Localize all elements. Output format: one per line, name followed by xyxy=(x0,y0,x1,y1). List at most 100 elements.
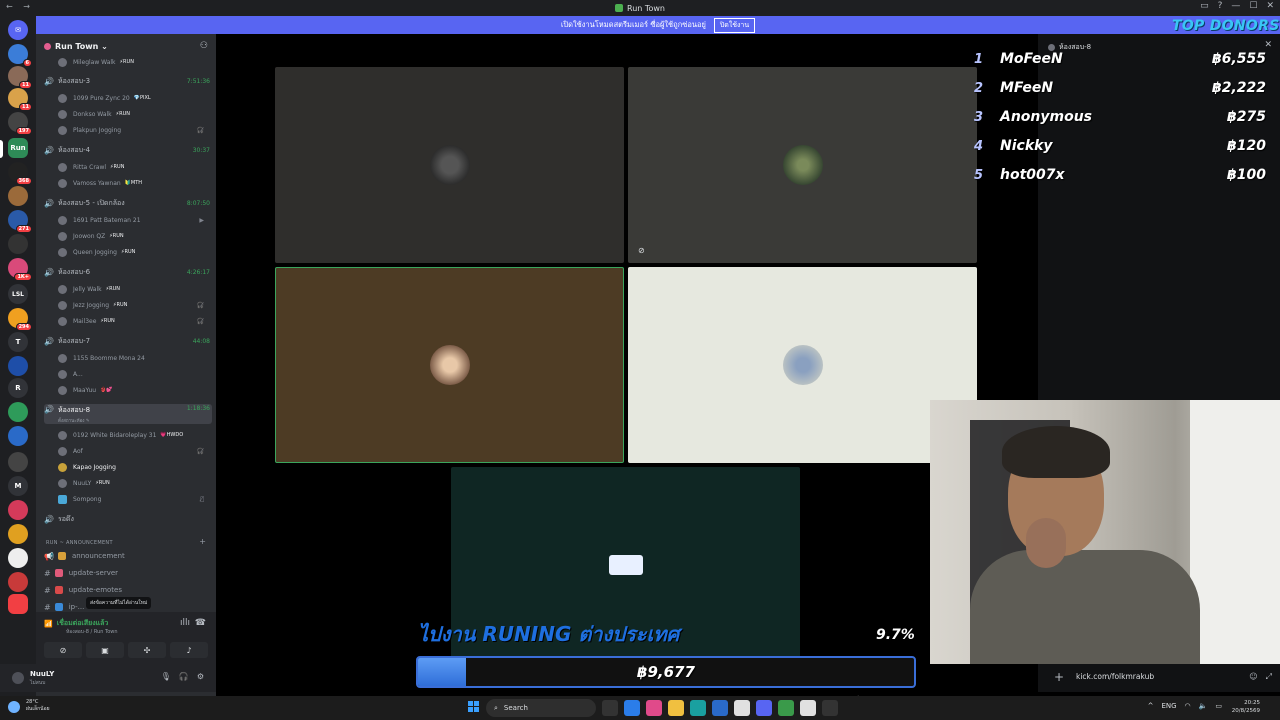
microphone-icon[interactable]: 🎙 xyxy=(161,672,171,681)
server-icon[interactable]: 11 xyxy=(8,66,32,89)
video-tile[interactable] xyxy=(628,267,977,463)
discord-icon[interactable] xyxy=(756,700,772,716)
voice-channel-wait[interactable]: 🔊 รอดึง xyxy=(44,513,212,525)
inbox-icon[interactable]: ▭ xyxy=(1200,1,1209,11)
close-icon[interactable]: ✕ xyxy=(1264,40,1272,50)
voice-member[interactable]: Sompong 🎙̸ xyxy=(58,493,208,505)
app-icon[interactable] xyxy=(822,700,838,716)
voice-member[interactable]: Plakpun Jogging 🎧̸ xyxy=(58,124,208,136)
server-icon[interactable]: 271 xyxy=(8,210,32,233)
voice-member[interactable]: Ritta Crawl ⚡RUN xyxy=(58,161,208,173)
help-icon[interactable]: ? xyxy=(1218,1,1223,11)
stream-url[interactable]: kick.com/folkmrakub xyxy=(1076,672,1154,681)
text-channel-announcement[interactable]: 📢 announcement xyxy=(44,549,212,563)
maximize-button[interactable]: ☐ xyxy=(1249,1,1257,11)
voice-location[interactable]: ห้องสอบ-8 / Run Town xyxy=(66,628,118,636)
server-icon-t[interactable]: T xyxy=(8,332,28,352)
chrome-icon[interactable] xyxy=(734,700,750,716)
activities-button[interactable]: ✣ xyxy=(128,642,166,658)
fullscreen-icon[interactable]: ⤢ xyxy=(1266,672,1272,682)
server-icon[interactable] xyxy=(8,356,28,376)
taskbar-search[interactable]: ⌕ Search xyxy=(486,699,596,717)
voice-member[interactable]: Mail3ee ⚡RUN 🎧̸ xyxy=(58,315,208,327)
voice-member[interactable]: 0192 White Bidaroleplay 31 💗HWDO xyxy=(58,429,208,441)
server-icon[interactable]: 1K+ xyxy=(8,258,32,281)
server-icon[interactable] xyxy=(8,452,28,472)
voice-channel-6[interactable]: 🔊 ห้องสอบ-6 4:26:17 xyxy=(44,266,212,278)
task-view-icon[interactable] xyxy=(602,700,618,716)
voice-member[interactable]: MaaYuu 👙💕 xyxy=(58,384,208,396)
headphones-icon[interactable]: 🎧 xyxy=(179,672,189,681)
voice-member[interactable]: Jelly Walk ⚡RUN xyxy=(58,283,208,295)
camera-toggle-button[interactable]: ⊘ xyxy=(44,642,82,658)
guild-header[interactable]: Run Town ⌄ ⚇ xyxy=(36,34,216,58)
voice-member[interactable]: Joowon QZ ⚡RUN xyxy=(58,230,208,242)
channel-status[interactable]: ตั้งสถานะห้อง ✎ xyxy=(58,417,90,424)
server-icon[interactable] xyxy=(8,500,28,520)
username[interactable]: NuuLY xyxy=(30,670,54,678)
weather-widget[interactable]: 28°C ฝนเล็กน้อย xyxy=(26,699,50,713)
voice-member[interactable]: Vamoss Yawnan 🔰MTH xyxy=(58,177,208,189)
server-icon[interactable] xyxy=(8,572,28,592)
voice-channel-5[interactable]: 🔊 ห้องสอบ-5 - เปิดกล้อง 8:07:50 xyxy=(44,197,212,209)
app-icon[interactable] xyxy=(778,700,794,716)
server-icon[interactable]: 197 xyxy=(8,112,32,135)
edge-icon[interactable] xyxy=(690,700,706,716)
voice-member[interactable]: Donkso Walk ⚡RUN xyxy=(58,108,208,120)
home-button[interactable]: ✉ xyxy=(8,20,28,40)
server-icon-run-town[interactable]: Run xyxy=(8,138,28,158)
battery-icon[interactable]: ▭ xyxy=(1215,702,1222,710)
server-icon[interactable]: 6 xyxy=(8,44,32,67)
store-icon[interactable] xyxy=(624,700,640,716)
server-icon-m[interactable]: M xyxy=(8,476,28,496)
voice-member[interactable]: A... xyxy=(58,368,208,380)
voice-channel-7[interactable]: 🔊 ห้องสอบ-7 44:08 xyxy=(44,335,212,347)
wifi-icon[interactable]: ◠ xyxy=(1185,702,1191,710)
start-button[interactable] xyxy=(468,701,480,713)
volume-icon[interactable]: 🔈 xyxy=(1199,702,1208,710)
server-icon[interactable] xyxy=(8,548,28,568)
invite-people-icon[interactable]: ⚇ xyxy=(200,41,208,51)
back-forward-nav[interactable]: ← → xyxy=(6,2,34,11)
minimize-button[interactable]: — xyxy=(1231,1,1240,11)
weather-icon[interactable] xyxy=(8,701,20,713)
video-tile[interactable] xyxy=(275,67,624,263)
voice-member[interactable]: Queen Jogging ⚡RUN xyxy=(58,246,208,258)
server-icon[interactable]: 368 xyxy=(8,162,32,185)
video-tile-speaking[interactable] xyxy=(275,267,624,463)
text-channel-update-server[interactable]: # update-server xyxy=(44,566,212,580)
gear-icon[interactable]: ⚙ xyxy=(197,672,204,681)
server-icon[interactable] xyxy=(8,426,28,446)
voice-member[interactable]: 1691 Patt Bateman 21 ▶ xyxy=(58,214,208,226)
server-icon[interactable] xyxy=(8,594,28,614)
add-channel-icon[interactable]: + xyxy=(199,537,206,546)
add-icon[interactable]: + xyxy=(1054,670,1064,684)
server-icon-r[interactable]: R xyxy=(8,378,28,398)
voice-channel-4[interactable]: 🔊 ห้องสอบ-4 30:37 xyxy=(44,144,212,156)
server-icon[interactable]: 11 xyxy=(8,88,32,111)
soundboard-button[interactable]: ♪ xyxy=(170,642,208,658)
taskbar-clock[interactable]: 20:25 20/8/2569 xyxy=(1232,699,1260,715)
noise-suppression-icon[interactable]: ıllı xyxy=(180,618,190,628)
voice-member[interactable]: Jezz Jogging ⚡RUN 🎧̸ xyxy=(58,299,208,311)
screen-share-button[interactable]: ▣ xyxy=(86,642,124,658)
voice-member[interactable]: Aof 🎧̸ xyxy=(58,445,208,457)
server-icon[interactable]: 294 xyxy=(8,308,32,331)
disable-streamer-mode-button[interactable]: ปิดใช้งาน xyxy=(713,17,756,33)
voice-member[interactable]: 1155 Boomme Mona 24 xyxy=(58,352,208,364)
voice-channel-3[interactable]: 🔊 ห้องสอบ-3 7:51:36 xyxy=(44,75,212,87)
lang-indicator[interactable]: ENG xyxy=(1161,702,1176,710)
voice-member[interactable]: Kapao Jogging xyxy=(58,461,208,473)
disconnect-icon[interactable]: ☎ xyxy=(195,618,206,628)
server-icon[interactable] xyxy=(8,524,28,544)
voice-member[interactable]: NuuLY ⚡RUN xyxy=(58,477,208,489)
chevron-up-icon[interactable]: ^ xyxy=(1148,702,1154,710)
server-icon[interactable] xyxy=(8,234,28,254)
app-icon[interactable] xyxy=(646,700,662,716)
close-window-button[interactable]: ✕ xyxy=(1266,1,1274,11)
app-icon[interactable] xyxy=(712,700,728,716)
voice-member[interactable]: 1099 Pure Zync 20 💎PIXL xyxy=(58,92,208,104)
server-icon-lsl[interactable]: LSL xyxy=(8,284,28,304)
emoji-icon[interactable]: ☺ xyxy=(1249,672,1257,682)
text-channel-update-emotes[interactable]: # update-emotes xyxy=(44,583,212,597)
